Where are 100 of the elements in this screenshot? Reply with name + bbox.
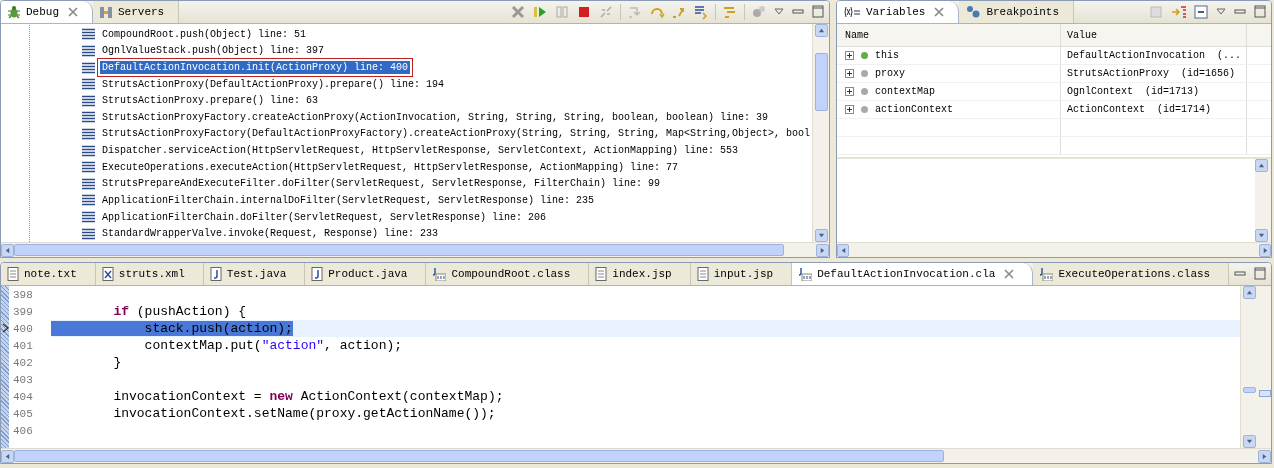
stack-frame[interactable]: StrutsActionProxy(DefaultActionProxy).prepare() line: 194: [99, 77, 446, 91]
scrollbar-thumb[interactable]: [14, 244, 784, 256]
variable-name: this: [875, 50, 899, 61]
breakpoints-icon: [965, 5, 982, 19]
scroll-down-button[interactable]: [1255, 229, 1268, 242]
scroll-right-button[interactable]: [1258, 449, 1271, 463]
tab-label: Breakpoints: [986, 6, 1060, 18]
logical-structure-icon[interactable]: [1171, 4, 1187, 20]
variable-value: OgnlContext (id=1713): [1061, 83, 1247, 100]
editor-tab[interactable]: index.jsp: [589, 263, 691, 285]
editor-tab[interactable]: DefaultActionInvocation.cla: [792, 263, 1034, 285]
scroll-up-button[interactable]: [814, 24, 828, 37]
line-number: 404: [12, 390, 33, 403]
stack-frame[interactable]: StrutsPrepareAndExecuteFilter.doFilter(ServletRequest, ServletResponse, FilterChain) line: 99: [99, 177, 662, 191]
maximize-icon[interactable]: [1253, 267, 1267, 281]
vertical-scrollbar[interactable]: [812, 24, 829, 242]
line-number: 401: [12, 339, 33, 352]
stack-frame[interactable]: DefaultActionInvocation.init(ActionProxy) line: 400: [99, 61, 410, 74]
close-icon[interactable]: [68, 7, 78, 17]
variables-icon: [843, 6, 861, 18]
stack-frame[interactable]: ApplicationFilterChain.internalDoFilter(ServletRequest, ServletResponse) line: 235: [99, 193, 596, 207]
scrollbar-thumb[interactable]: [1242, 387, 1256, 393]
step-filter-icon[interactable]: [722, 4, 738, 20]
editor-tab[interactable]: struts.xml: [95, 263, 204, 285]
view-tab[interactable]: Variables: [837, 1, 960, 23]
vertical-scrollbar[interactable]: [1240, 286, 1257, 448]
editor-tab[interactable]: note.txt: [1, 263, 96, 285]
triangle-up-icon: [1245, 289, 1253, 296]
editor-tab[interactable]: input.jsp: [690, 263, 793, 285]
class-file-icon: [798, 267, 813, 281]
file-icon: [7, 267, 19, 281]
maximize-icon[interactable]: [811, 5, 825, 19]
expand-icon[interactable]: [845, 51, 854, 60]
scrollbar-thumb[interactable]: [14, 450, 944, 462]
view-tab[interactable]: Breakpoints: [959, 1, 1075, 23]
remove-terminated-icon[interactable]: [510, 4, 526, 20]
stack-frame[interactable]: StandardWrapperValve.invoke(Request, Response) line: 233: [99, 227, 440, 241]
triangle-up-icon: [1258, 162, 1265, 169]
stack-frame-icon: [81, 194, 95, 207]
stack-frame[interactable]: OgnlValueStack.push(Object) line: 397: [99, 44, 326, 58]
view-menu-icon[interactable]: [1215, 7, 1227, 17]
scroll-down-button[interactable]: [1242, 435, 1256, 448]
stack-frame-icon: [81, 227, 95, 240]
editor-tab[interactable]: Product.java: [305, 263, 427, 285]
column-header[interactable]: Value: [1061, 24, 1247, 46]
scroll-down-button[interactable]: [814, 229, 828, 242]
stack-frame-icon: [81, 94, 95, 107]
stack-frame-icon: [81, 44, 95, 57]
stack-frame[interactable]: CompoundRoot.push(Object) line: 51: [99, 27, 308, 41]
gears-icon[interactable]: [751, 4, 767, 20]
line-number: 400: [12, 322, 33, 335]
editor-tab[interactable]: ExecuteOperations.class: [1033, 263, 1230, 285]
scroll-up-button[interactable]: [1255, 159, 1268, 172]
close-icon[interactable]: [1004, 269, 1015, 279]
horizontal-scrollbar[interactable]: [1, 448, 1271, 463]
maximize-icon[interactable]: [1253, 5, 1267, 19]
stack-frame[interactable]: ApplicationFilterChain.doFilter(ServletRequest, ServletResponse) line: 206: [99, 210, 548, 224]
drop-to-frame-icon[interactable]: [693, 4, 709, 20]
scroll-right-button[interactable]: [1259, 243, 1271, 257]
view-tab[interactable]: Servers: [93, 1, 180, 23]
variable-value: DefaultActionInvocation (...: [1061, 47, 1247, 64]
scroll-up-button[interactable]: [1242, 286, 1256, 299]
triangle-right-icon: [1261, 246, 1269, 254]
line-number: 406: [12, 424, 33, 437]
expand-icon[interactable]: [845, 69, 854, 78]
horizontal-scrollbar[interactable]: [837, 242, 1271, 257]
stack-frame[interactable]: StrutsActionProxyFactory(DefaultActionProxyFactory).createActionProxy(String, String, String, Map<String,Object>, bool: [99, 127, 812, 141]
tab-label: CompoundRoot.class: [451, 268, 571, 280]
close-icon[interactable]: [934, 7, 945, 17]
scroll-left-button[interactable]: [1, 449, 14, 463]
collapse-all-icon[interactable]: [1193, 4, 1209, 20]
view-menu-icon[interactable]: [773, 7, 785, 17]
editor-tab[interactable]: CompoundRoot.class: [426, 263, 590, 285]
view-tab[interactable]: Debug: [1, 1, 93, 23]
expand-icon[interactable]: [845, 105, 854, 114]
stack-frame[interactable]: Dispatcher.serviceAction(HttpServletRequest, HttpServletResponse, ServletContext, ActionMapping) line: 553: [99, 144, 740, 158]
column-header[interactable]: Name: [837, 24, 1061, 46]
variable-value: StrutsActionProxy (id=1656): [1061, 65, 1247, 82]
terminate-icon[interactable]: [576, 4, 592, 20]
scrollbar-thumb[interactable]: [814, 53, 828, 111]
triangle-down-icon: [817, 232, 825, 239]
tab-label: note.txt: [24, 268, 77, 280]
tab-label: DefaultActionInvocation.cla: [817, 268, 996, 280]
disconnect-icon[interactable]: [598, 4, 614, 20]
stack-frame[interactable]: StrutsActionProxyFactory.createActionProxy(ActionInvocation, String, String, String, boolean, boolean) line: 39: [99, 110, 770, 124]
horizontal-scrollbar[interactable]: [1, 242, 829, 257]
stack-frame[interactable]: StrutsActionProxy.prepare() line: 63: [99, 94, 320, 108]
server-icon: [99, 5, 113, 19]
bug-icon: [7, 5, 21, 19]
expand-icon[interactable]: [845, 87, 854, 96]
stack-frame[interactable]: ExecuteOperations.executeAction(HttpServletRequest, HttpServletResponse, ActionMapping) line: 77: [99, 160, 680, 174]
editor-tab[interactable]: Test.java: [203, 263, 306, 285]
resume-icon[interactable]: [532, 4, 548, 20]
scroll-left-button[interactable]: [1, 243, 14, 257]
triangle-down-icon: [1245, 438, 1253, 445]
variable-value: ActionContext (id=1714): [1061, 101, 1247, 118]
line-number: 405: [12, 407, 33, 420]
scroll-right-button[interactable]: [816, 243, 829, 257]
scroll-left-button[interactable]: [837, 243, 849, 257]
code-line: contextMap.put("action", action);: [143, 338, 403, 353]
